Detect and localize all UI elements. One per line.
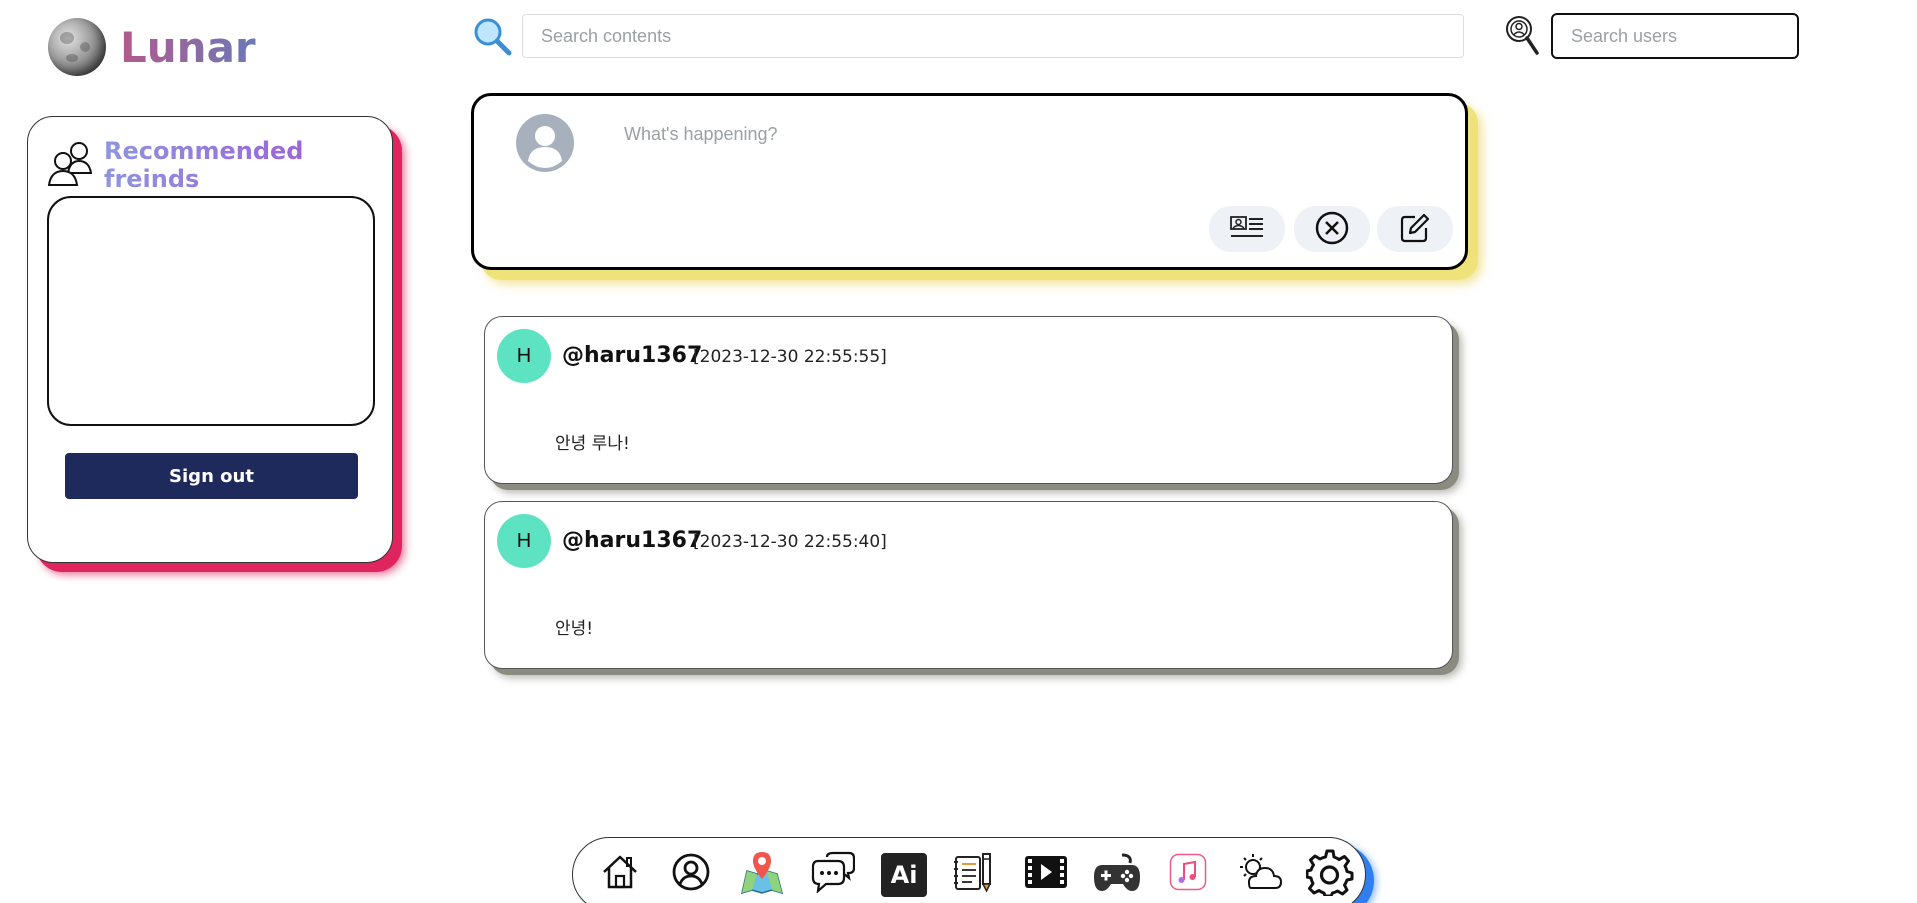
- post-avatar[interactable]: H: [497, 514, 551, 568]
- post-composer: [471, 93, 1468, 270]
- post-text: 안녕!: [555, 619, 594, 639]
- nav-map[interactable]: [727, 845, 798, 903]
- ai-icon: Ai: [881, 852, 928, 897]
- post-timestamp: [2023-12-30 22:55:40]: [693, 532, 887, 552]
- recommended-friends-header: Recommended freinds: [46, 137, 392, 193]
- moon-icon: [48, 18, 106, 76]
- app-name: Lunar: [120, 22, 256, 72]
- search-icon[interactable]: [472, 16, 512, 61]
- profile-icon: [671, 852, 711, 897]
- sign-out-button[interactable]: Sign out: [65, 453, 358, 499]
- user-search-icon[interactable]: [1504, 14, 1540, 61]
- user-search-input[interactable]: [1551, 13, 1799, 59]
- nav-notebook[interactable]: [940, 845, 1011, 903]
- friends-icon: [46, 139, 94, 192]
- app-logo[interactable]: Lunar: [48, 18, 256, 76]
- composer-input[interactable]: [624, 114, 1424, 154]
- settings-icon: [1305, 848, 1354, 901]
- close-circle-icon: [1315, 211, 1349, 248]
- recommended-friends-list: [47, 196, 375, 426]
- chat-icon: [811, 851, 856, 898]
- nav-home[interactable]: [585, 845, 656, 903]
- post-text: 안녕 루나!: [555, 434, 630, 454]
- nav-game[interactable]: [1081, 845, 1152, 903]
- cancel-button[interactable]: [1294, 206, 1370, 252]
- user-avatar-icon: [516, 114, 574, 177]
- recommended-friends-card: Recommended freinds Sign out: [27, 116, 393, 563]
- submit-post-button[interactable]: [1377, 206, 1453, 252]
- music-icon: [1169, 853, 1207, 896]
- nav-settings[interactable]: [1294, 845, 1365, 903]
- bottom-nav-bar: Ai: [572, 837, 1366, 903]
- edit-icon: [1399, 212, 1431, 247]
- nav-profile[interactable]: [656, 845, 727, 903]
- home-icon: [600, 852, 640, 897]
- post-card: H @haru1367 [2023-12-30 22:55:55] 안녕 루나!: [484, 316, 1453, 484]
- map-icon: [739, 849, 785, 900]
- post-timestamp: [2023-12-30 22:55:55]: [693, 347, 887, 367]
- post-card: H @haru1367 [2023-12-30 22:55:40] 안녕!: [484, 501, 1453, 669]
- post-avatar[interactable]: H: [497, 329, 551, 383]
- ai-icon-label: Ai: [890, 860, 918, 889]
- nav-ai[interactable]: Ai: [869, 845, 940, 903]
- weather-icon: [1235, 852, 1283, 897]
- nav-chat[interactable]: [798, 845, 869, 903]
- nav-video[interactable]: [1010, 845, 1081, 903]
- video-icon: [1024, 854, 1068, 895]
- nav-music[interactable]: [1152, 845, 1223, 903]
- post-username[interactable]: @haru1367: [562, 528, 702, 553]
- game-icon: [1092, 851, 1142, 898]
- notebook-icon: [952, 851, 998, 898]
- post-username[interactable]: @haru1367: [562, 343, 702, 368]
- image-card-icon: [1230, 214, 1264, 245]
- recommended-friends-title: Recommended freinds: [104, 137, 392, 193]
- nav-weather[interactable]: [1223, 845, 1294, 903]
- attach-image-button[interactable]: [1209, 206, 1285, 252]
- content-search-input[interactable]: [522, 14, 1464, 58]
